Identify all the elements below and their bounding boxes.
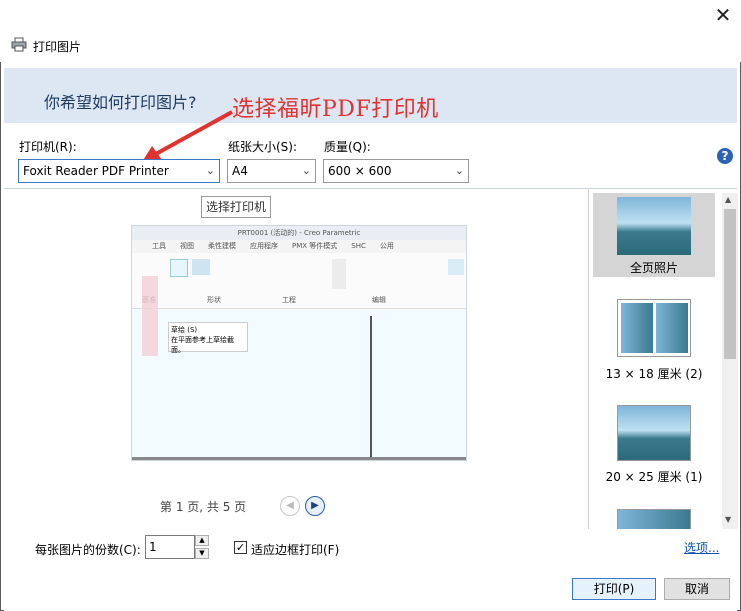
paper-size-label: 纸张大小(S): <box>228 140 298 154</box>
printer-select[interactable]: Foxit Reader PDF Printer ⌄ <box>18 159 220 183</box>
chevron-down-icon: ⌄ <box>301 164 311 177</box>
preview-sketch-icon <box>170 259 188 277</box>
scroll-down-icon[interactable]: ▼ <box>725 515 731 524</box>
copies-label: 每张图片的份数(C): <box>35 543 141 557</box>
preview-shape-icon <box>192 259 210 275</box>
preview-bottom-bar <box>132 457 466 460</box>
layout-item-13x18[interactable]: 13 × 18 厘米 (2) <box>593 299 715 383</box>
paper-size-value: A4 <box>232 164 248 178</box>
layout-thumbnail <box>617 299 691 357</box>
scroll-up-icon[interactable]: ▲ <box>725 195 731 204</box>
chevron-down-icon: ⌄ <box>205 164 215 177</box>
preview-group-label: 工程 <box>282 296 296 304</box>
preview-pattern-icon <box>332 259 346 289</box>
printer-select-value: Foxit Reader PDF Printer <box>23 164 169 178</box>
close-button[interactable]: ✕ <box>708 2 738 28</box>
preview-tab: 公用 <box>379 242 394 250</box>
stepper-up-icon[interactable]: ▲ <box>195 535 209 546</box>
layout-label: 13 × 18 厘米 (2) <box>605 367 703 381</box>
layout-thumbnail <box>617 405 691 461</box>
layout-scrollbar[interactable]: ▲ ▼ <box>722 193 738 529</box>
preview-tab: 视图 <box>180 242 194 250</box>
cancel-button[interactable]: 取消 <box>664 578 730 600</box>
layout-item-20x25[interactable]: 20 × 25 厘米 (1) <box>593 403 715 487</box>
page-preview: PRT0001 (活动的) - Creo Parametric 工具 视图 柔性… <box>131 225 467 461</box>
window-title: 打印图片 <box>33 40 82 54</box>
preview-tab: PMX 等件模式 <box>292 242 338 250</box>
preview-tab: 工具 <box>152 242 166 250</box>
options-link[interactable]: 选项... <box>684 539 719 556</box>
preview-popup: 草绘 (S) 在平面参考上草绘截面。 <box>168 322 248 354</box>
page-status: 第 1 页, 共 5 页 <box>160 500 247 514</box>
help-icon[interactable]: ? <box>717 148 733 164</box>
scrollbar-thumb[interactable] <box>724 209 736 359</box>
annotation-text: 选择福昕PDF打印机 <box>232 97 439 122</box>
next-page-button[interactable]: ▶ <box>305 496 325 516</box>
preview-window-title: PRT0001 (活动的) - Creo Parametric <box>132 226 466 240</box>
preview-popup-title: 草绘 (S) <box>171 326 198 334</box>
quality-label: 质量(Q): <box>324 140 371 154</box>
preview-ribbon: 基准 形状 工程 编辑 <box>132 253 466 309</box>
fit-frame-checkbox[interactable]: ✓ <box>234 541 247 554</box>
preview-blurred-region <box>142 276 158 356</box>
preview-tab: SHC <box>351 242 366 250</box>
copies-input[interactable]: 1 <box>145 535 195 559</box>
preview-group-label: 形状 <box>207 296 221 304</box>
printer-tooltip: 选择打印机 <box>201 196 272 218</box>
title-bar <box>0 0 741 62</box>
preview-divider <box>370 316 372 460</box>
preview-tab: 柔性建模 <box>208 242 236 250</box>
previous-page-button[interactable]: ◀ <box>280 496 300 516</box>
printer-label: 打印机(R): <box>19 140 77 154</box>
chevron-down-icon: ⌄ <box>454 164 464 177</box>
copies-stepper[interactable]: ▲ ▼ <box>195 535 209 559</box>
layout-item-full-page[interactable]: 全页照片 <box>593 193 715 277</box>
print-button[interactable]: 打印(P) <box>572 578 656 600</box>
fit-frame-label: 适应边框打印(F) <box>251 543 340 557</box>
preview-group-label: 编辑 <box>372 296 386 304</box>
preview-tab: 应用程序 <box>250 242 278 250</box>
preview-popup-text: 在平面参考上草绘截面。 <box>171 336 234 354</box>
layout-thumbnail-partial[interactable] <box>617 509 691 529</box>
layout-label: 全页照片 <box>629 261 678 275</box>
stepper-down-icon[interactable]: ▼ <box>195 548 209 559</box>
layout-thumbnail <box>617 197 691 255</box>
paper-size-select[interactable]: A4 ⌄ <box>227 159 316 183</box>
quality-value: 600 × 600 <box>328 164 392 178</box>
layout-label: 20 × 25 厘米 (1) <box>605 470 703 484</box>
quality-select[interactable]: 600 × 600 ⌄ <box>323 159 469 183</box>
preview-view-icon <box>448 259 464 275</box>
printer-icon <box>11 37 27 52</box>
preview-ribbon-tabs: 工具 视图 柔性建模 应用程序 PMX 等件模式 SHC 公用 <box>132 240 466 253</box>
